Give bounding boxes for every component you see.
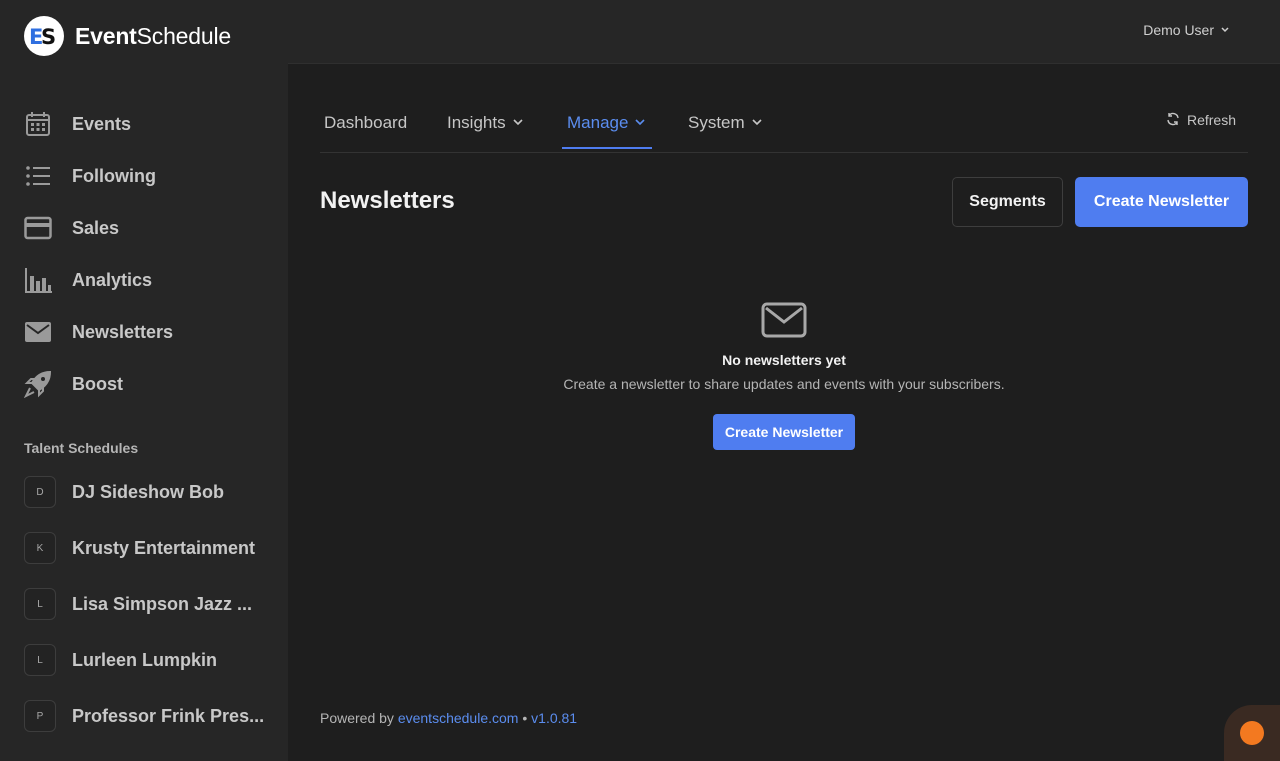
chevron-down-icon: [751, 113, 763, 133]
talent-schedules-heading: Talent Schedules: [24, 440, 139, 456]
sidebar-item-label: Sales: [72, 217, 120, 238]
sidebar-item-label: Boost: [72, 373, 123, 394]
talent-name: DJ Sideshow Bob: [72, 481, 225, 502]
list-icon: [24, 162, 52, 190]
talent-schedules-list: D DJ Sideshow Bob K Krusty Entertainment…: [24, 464, 274, 744]
talent-item[interactable]: L Lurleen Lumpkin: [24, 632, 274, 688]
sidebar-nav: Events Following Sales Analytics Newslet…: [24, 98, 264, 410]
sidebar: E S EventSchedule Events Following Sales…: [0, 0, 288, 761]
sidebar-item-boost[interactable]: Boost: [24, 358, 264, 410]
talent-initial-badge: K: [24, 532, 56, 564]
version-link[interactable]: v1.0.81: [531, 710, 577, 726]
logo-text: EventSchedule: [75, 22, 231, 49]
main-tabs: Dashboard Insights Manage System Refresh: [320, 96, 1248, 153]
empty-state-title: No newsletters yet: [722, 352, 846, 368]
sidebar-item-label: Newsletters: [72, 321, 174, 342]
talent-item[interactable]: L Lisa Simpson Jazz ...: [24, 576, 274, 632]
user-menu[interactable]: Demo User: [1143, 22, 1230, 38]
create-newsletter-button[interactable]: Create Newsletter: [1075, 177, 1248, 227]
tab-dashboard[interactable]: Dashboard: [324, 96, 407, 150]
powered-by-text: Powered by: [320, 710, 394, 726]
sidebar-item-events[interactable]: Events: [24, 98, 264, 150]
rocket-icon: [24, 370, 52, 398]
tab-insights[interactable]: Insights: [447, 96, 524, 150]
talent-name: Krusty Entertainment: [72, 537, 256, 558]
sidebar-item-label: Following: [72, 165, 156, 186]
top-bar: Demo User: [288, 0, 1280, 64]
empty-create-newsletter-button[interactable]: Create Newsletter: [712, 414, 856, 450]
talent-item[interactable]: P Professor Frink Pres...: [24, 688, 274, 744]
refresh-button[interactable]: Refresh: [1166, 96, 1236, 144]
talent-name: Professor Frink Pres...: [72, 705, 264, 726]
footer: Powered by eventschedule.com • v1.0.81: [320, 710, 577, 726]
eventschedule-link[interactable]: eventschedule.com: [398, 710, 519, 726]
chat-dot-icon: [1240, 721, 1264, 745]
segments-button[interactable]: Segments: [952, 177, 1063, 227]
logo[interactable]: E S EventSchedule: [24, 16, 231, 56]
sidebar-item-sales[interactable]: Sales: [24, 202, 264, 254]
sidebar-item-analytics[interactable]: Analytics: [24, 254, 264, 306]
empty-state: No newsletters yet Create a newsletter t…: [320, 300, 1248, 450]
tab-label: Dashboard: [324, 113, 408, 132]
chevron-down-icon: [1220, 22, 1230, 38]
tab-label: System: [688, 113, 745, 132]
sidebar-item-following[interactable]: Following: [24, 150, 264, 202]
sidebar-item-label: Events: [72, 113, 132, 134]
bar-chart-icon: [24, 266, 52, 294]
talent-name: Lurleen Lumpkin: [72, 649, 218, 670]
sidebar-item-newsletters[interactable]: Newsletters: [24, 306, 264, 358]
footer-separator: •: [522, 710, 528, 726]
credit-card-icon: [24, 214, 52, 242]
calendar-icon: [24, 110, 52, 138]
empty-state-description: Create a newsletter to share updates and…: [563, 376, 1005, 392]
envelope-icon: [24, 318, 52, 346]
talent-item[interactable]: D DJ Sideshow Bob: [24, 464, 274, 520]
svg-text:S: S: [41, 25, 56, 49]
chevron-down-icon: [634, 113, 646, 133]
tab-label: Insights: [447, 113, 506, 132]
talent-item[interactable]: K Krusty Entertainment: [24, 520, 274, 576]
tab-system[interactable]: System: [688, 96, 763, 150]
logo-mark-icon: E S: [24, 16, 64, 56]
refresh-label: Refresh: [1186, 112, 1236, 128]
tab-label: Manage: [567, 113, 629, 132]
talent-initial-badge: L: [24, 588, 56, 620]
talent-name: Lisa Simpson Jazz ...: [72, 593, 253, 614]
talent-initial-badge: L: [24, 644, 56, 676]
chat-widget-button[interactable]: [1224, 705, 1280, 761]
chevron-down-icon: [512, 113, 524, 133]
active-tab-underline: [562, 147, 652, 149]
page-title: Newsletters: [320, 187, 455, 214]
tab-manage[interactable]: Manage: [567, 96, 646, 150]
talent-initial-badge: D: [24, 476, 56, 508]
talent-initial-badge: P: [24, 700, 56, 732]
sidebar-item-label: Analytics: [72, 269, 153, 290]
refresh-icon: [1166, 112, 1180, 129]
envelope-icon: [761, 302, 807, 338]
user-name: Demo User: [1143, 22, 1214, 38]
